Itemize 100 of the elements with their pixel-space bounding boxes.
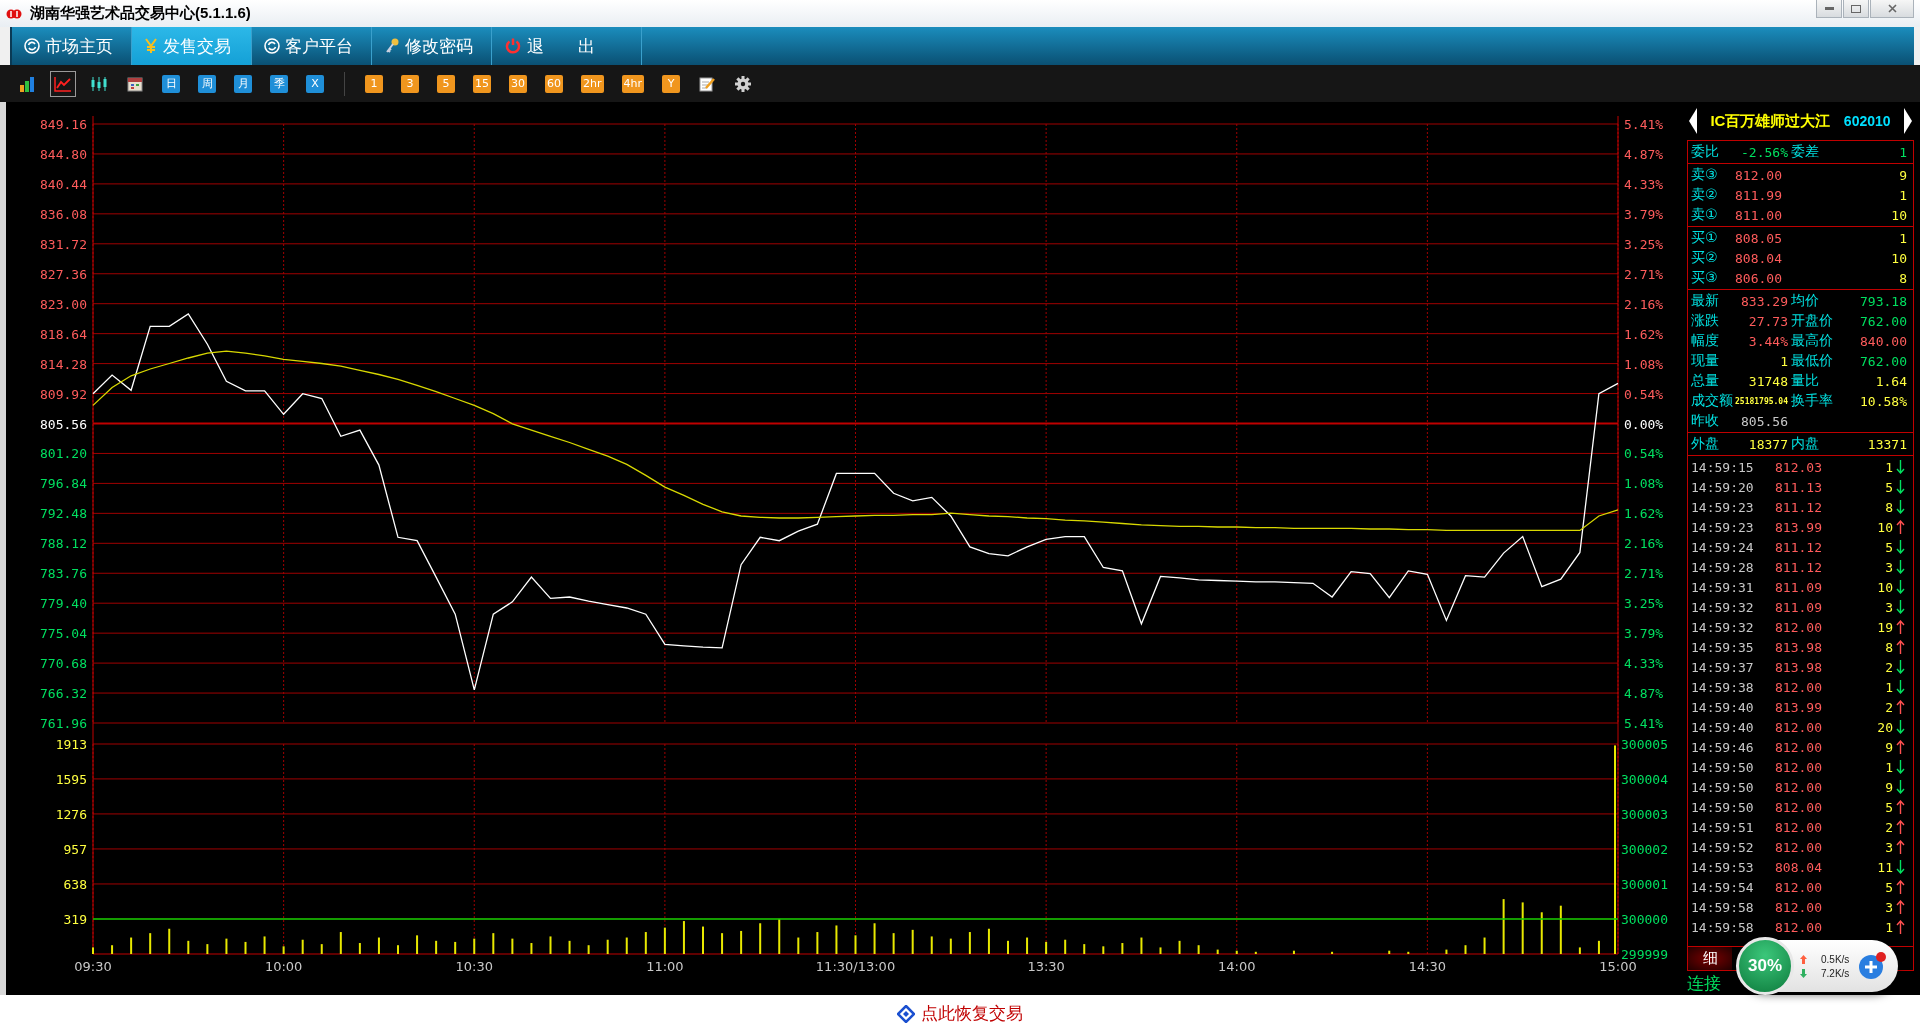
instrument-name: IC百万雄师过大江	[1710, 111, 1831, 131]
down-arrow-icon	[1896, 780, 1905, 794]
volume-bar	[759, 923, 762, 954]
up-arrow-icon	[1896, 640, 1905, 654]
interval-button[interactable]: 5	[437, 74, 455, 93]
quote-value: 25181795.04	[1735, 396, 1789, 406]
add-icon[interactable]	[1857, 951, 1888, 981]
volume-bar	[892, 933, 895, 954]
trade-time: 14:59:54	[1691, 879, 1755, 895]
trade-price: 811.12	[1775, 539, 1823, 555]
quote-label: 均价	[1791, 292, 1820, 310]
close-icon	[1887, 4, 1897, 13]
interval-button[interactable]: 30	[509, 74, 527, 93]
trade-time: 14:59:52	[1691, 839, 1755, 855]
trade-quantity: 5	[1884, 479, 1894, 495]
volume-bar	[568, 940, 571, 954]
interval-button[interactable]: 2hr	[581, 74, 604, 93]
trade-time: 14:59:51	[1691, 819, 1755, 835]
period-button[interactable]: 季	[270, 74, 288, 93]
trade-quantity: 5	[1884, 799, 1894, 815]
volume-bar	[435, 940, 438, 954]
period-button[interactable]: 月	[234, 74, 252, 93]
period-button[interactable]: 日	[162, 74, 180, 93]
volume-bar	[854, 935, 857, 954]
quote-value: 833.29	[1740, 293, 1789, 309]
trade-quantity: 8	[1884, 639, 1894, 655]
price-axis-label: 805.56	[40, 416, 87, 432]
order-price: 811.99	[1735, 187, 1783, 203]
trade-quantity: 8	[1884, 499, 1894, 515]
trade-price: 813.99	[1775, 699, 1823, 715]
order-label: 卖③	[1691, 166, 1719, 184]
order-quantity: 1	[1898, 187, 1908, 203]
upload-speed: 0.5K/s	[1800, 953, 1850, 965]
volume-axis-label: 957	[63, 841, 87, 857]
close-button[interactable]	[1870, 0, 1914, 18]
quote-label: 总量	[1691, 372, 1720, 390]
quote-value: 1	[1898, 144, 1908, 160]
period-button[interactable]: 周	[198, 74, 216, 93]
price-axis-label: 836.08	[40, 206, 87, 222]
order-label: 卖②	[1691, 186, 1719, 204]
trade-time: 14:59:23	[1691, 499, 1755, 515]
previous-arrow-icon[interactable]	[1689, 108, 1697, 134]
up-arrow-icon	[1896, 700, 1905, 714]
interval-button[interactable]: 1	[365, 74, 383, 93]
window-title: 湖南华强艺术品交易中心(5.1.1.6)	[30, 4, 252, 23]
menu-tab[interactable]: 发售交易	[132, 27, 252, 65]
interval-button[interactable]: 3	[401, 74, 419, 93]
volume-bar	[130, 937, 133, 954]
volume-bar	[454, 941, 457, 954]
volume-bar	[1292, 950, 1295, 954]
volume-bar	[473, 938, 476, 954]
down-arrow-icon	[1896, 760, 1905, 774]
maximize-button[interactable]	[1843, 0, 1869, 18]
quote-label: 量比	[1791, 372, 1820, 390]
trade-price: 808.04	[1775, 859, 1823, 875]
minimize-button[interactable]	[1816, 0, 1842, 18]
next-arrow-icon[interactable]	[1904, 108, 1912, 134]
volume-bar	[263, 936, 266, 954]
note-icon	[699, 75, 715, 92]
percent-axis-label: 2.71%	[1624, 266, 1664, 282]
quote-value: 1.64	[1874, 373, 1908, 389]
trade-time: 14:59:50	[1691, 779, 1755, 795]
interval-button[interactable]: 60	[545, 74, 563, 93]
volume-bar	[1045, 941, 1048, 954]
trade-quantity: 5	[1884, 879, 1894, 895]
trade-time: 14:59:53	[1691, 859, 1755, 875]
order-label: 买①	[1691, 229, 1719, 247]
trade-time: 14:59:58	[1691, 919, 1755, 935]
volume-bar	[187, 940, 190, 954]
restore-trading-link[interactable]: 点此恢复交易	[897, 1002, 1023, 1025]
interval-button[interactable]: 4hr	[621, 74, 644, 93]
volume-bar	[873, 923, 876, 954]
quote-label: 最新	[1691, 292, 1720, 310]
volume-bar	[835, 925, 838, 954]
volume-axis-label: 1276	[55, 806, 87, 822]
trade-price: 811.12	[1775, 499, 1823, 515]
volume-axis-label: 300002	[1621, 841, 1668, 857]
order-quantity: 9	[1898, 167, 1908, 183]
quote-value: 18377	[1747, 436, 1789, 452]
trade-time: 14:59:58	[1691, 899, 1755, 915]
quote-label: 委比	[1691, 143, 1720, 161]
trade-price: 812.00	[1775, 819, 1823, 835]
percent-axis-label: 4.33%	[1624, 656, 1664, 672]
interval-button[interactable]: Y	[662, 74, 680, 93]
interval-button[interactable]: 15	[473, 74, 491, 93]
volume-bar	[987, 928, 990, 954]
volume-bar	[225, 938, 228, 954]
detail-tab[interactable]: 细	[1688, 947, 1732, 970]
time-axis-label: 13:30	[1027, 959, 1065, 974]
trade-quantity: 5	[1884, 539, 1894, 555]
trade-quantity: 10	[1876, 579, 1894, 595]
volume-bar	[663, 927, 666, 954]
trade-time: 14:59:35	[1691, 639, 1755, 655]
chart-type-button[interactable]	[50, 70, 76, 97]
period-button[interactable]: X	[306, 74, 324, 93]
time-axis-label: 10:30	[455, 959, 493, 974]
trade-price: 813.98	[1775, 659, 1823, 675]
volume-bar	[530, 943, 533, 954]
order-label: 卖①	[1691, 206, 1719, 224]
down-arrow-icon	[1896, 580, 1905, 594]
